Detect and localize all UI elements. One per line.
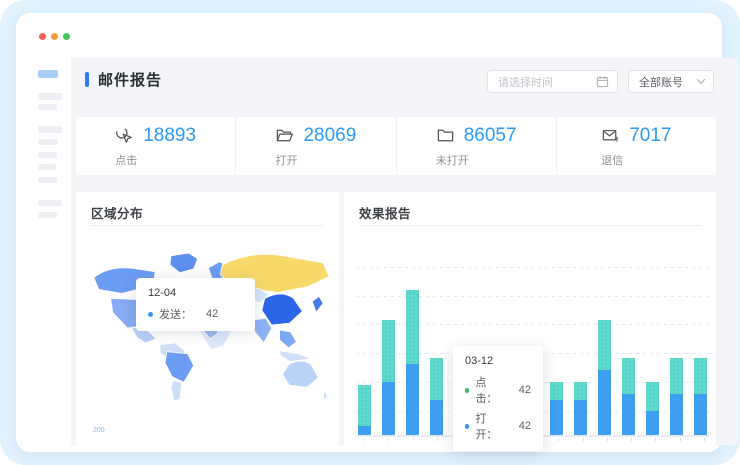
stat-value: 28069 [303, 125, 356, 147]
effect-report-panel: 效果报告 03-12 点击： 42 打开： 42 [344, 192, 716, 445]
bar-9[interactable] [550, 382, 563, 435]
stat-bounces: 7017 退信 [556, 117, 716, 175]
bar-1[interactable] [358, 385, 371, 435]
sidebar-item[interactable] [38, 139, 58, 145]
bar-15[interactable] [694, 358, 707, 435]
bar-11[interactable] [598, 320, 611, 435]
mail-bounce-icon [601, 126, 620, 145]
x-axis-tick [407, 438, 420, 441]
panel-title: 区域分布 [91, 203, 143, 222]
chart-tooltip-label: 点击： [475, 374, 504, 406]
x-axis-tick [577, 438, 590, 441]
sidebar-item[interactable] [38, 152, 57, 158]
x-axis-tick [431, 438, 444, 441]
chart-tooltip: 03-12 点击： 42 打开： 42 [453, 346, 543, 451]
sidebar-nav [32, 58, 71, 445]
bar-4[interactable] [430, 358, 443, 435]
map-region-australia [283, 361, 319, 387]
map-region-india [253, 318, 272, 343]
calendar-icon[interactable] [596, 75, 609, 88]
x-axis-tick [382, 438, 395, 441]
title-accent-bar [85, 72, 89, 87]
x-axis-tick [674, 438, 687, 441]
bar-14[interactable] [670, 358, 683, 435]
sidebar-item[interactable] [38, 177, 57, 183]
chevron-down-icon[interactable] [696, 78, 706, 85]
stat-label: 退信 [601, 152, 671, 168]
x-axis-tick [625, 438, 638, 441]
x-axis-tick [698, 438, 711, 441]
x-axis-tick [358, 438, 371, 441]
date-range-input[interactable]: 请选择时间 [487, 70, 618, 93]
series-dot-icon [465, 424, 469, 429]
stat-label: 未打开 [436, 152, 517, 168]
x-axis-tick [601, 438, 614, 441]
panel-divider [91, 225, 324, 226]
sidebar-item[interactable] [38, 212, 57, 218]
folder-open-icon [275, 126, 294, 145]
chart-tooltip-row: 打开： 42 [465, 410, 531, 442]
map-tooltip: 12-04 发送： 42 [136, 278, 255, 331]
map-region-argentina [171, 380, 182, 401]
maximize-window-icon[interactable] [63, 33, 70, 40]
map-region-greenland [170, 253, 198, 273]
sidebar-item[interactable] [38, 93, 62, 100]
map-region-china [262, 294, 303, 325]
map-region-new-zealand [323, 390, 328, 401]
window-controls [39, 33, 70, 40]
chart-tooltip-date: 03-12 [465, 355, 531, 367]
sidebar-item[interactable] [38, 200, 62, 206]
bar-12[interactable] [622, 358, 635, 435]
bar-3[interactable] [406, 290, 419, 435]
sidebar-item[interactable] [38, 164, 56, 170]
map-region-brazil [165, 352, 194, 383]
click-icon [115, 126, 134, 145]
stat-unopened: 86057 未打开 [396, 117, 556, 175]
panel-divider [359, 225, 701, 226]
region-distribution-panel: 区域分布 [76, 192, 339, 445]
stat-label: 打开 [275, 152, 356, 168]
series-dot-icon [148, 312, 153, 317]
map-region-japan [312, 296, 323, 312]
bar-13[interactable] [646, 382, 659, 435]
device-frame: 邮件报告 请选择时间 全部账号 [0, 0, 740, 465]
stat-value: 18893 [143, 125, 196, 147]
chart-tooltip-value: 42 [519, 420, 531, 432]
close-window-icon[interactable] [39, 33, 46, 40]
map-tooltip-row: 发送： 42 [148, 306, 243, 322]
bar-10[interactable] [574, 382, 587, 435]
map-tooltip-label: 发送： [159, 306, 192, 322]
panel-title: 效果报告 [359, 203, 411, 222]
chart-tooltip-value: 42 [519, 384, 531, 396]
stat-clicks: 18893 点击 [76, 117, 235, 175]
app-window: 邮件报告 请选择时间 全部账号 [16, 13, 722, 452]
sidebar-item[interactable] [38, 126, 62, 133]
series-dot-icon [465, 388, 469, 393]
bar-2[interactable] [382, 320, 395, 435]
map-region-indonesia [280, 351, 312, 362]
map-region-se-asia [280, 330, 297, 348]
x-axis-tick [552, 438, 565, 441]
map-tooltip-value: 42 [206, 308, 218, 320]
account-select-value: 全部账号 [639, 74, 696, 90]
folder-closed-icon [436, 126, 455, 145]
main-content: 邮件报告 请选择时间 全部账号 [71, 58, 738, 445]
chart-tooltip-row: 点击： 42 [465, 374, 531, 406]
map-legend: 200 [93, 427, 105, 434]
stat-opens: 28069 打开 [235, 117, 395, 175]
stat-value: 86057 [464, 125, 517, 147]
stat-label: 点击 [115, 152, 196, 168]
minimize-window-icon[interactable] [51, 33, 58, 40]
map-tooltip-date: 12-04 [148, 287, 243, 299]
chart-tooltip-label: 打开： [475, 410, 504, 442]
x-axis-tick [649, 438, 662, 441]
stat-value: 7017 [629, 125, 671, 147]
date-input-placeholder: 请选择时间 [498, 74, 596, 90]
page-header: 邮件报告 [85, 68, 162, 90]
account-select[interactable]: 全部账号 [628, 70, 714, 93]
sidebar-item[interactable] [38, 104, 57, 110]
page-title: 邮件报告 [98, 69, 162, 90]
sidebar-item-active[interactable] [38, 70, 58, 78]
stats-bar: 18893 点击 28069 打开 [76, 117, 716, 175]
